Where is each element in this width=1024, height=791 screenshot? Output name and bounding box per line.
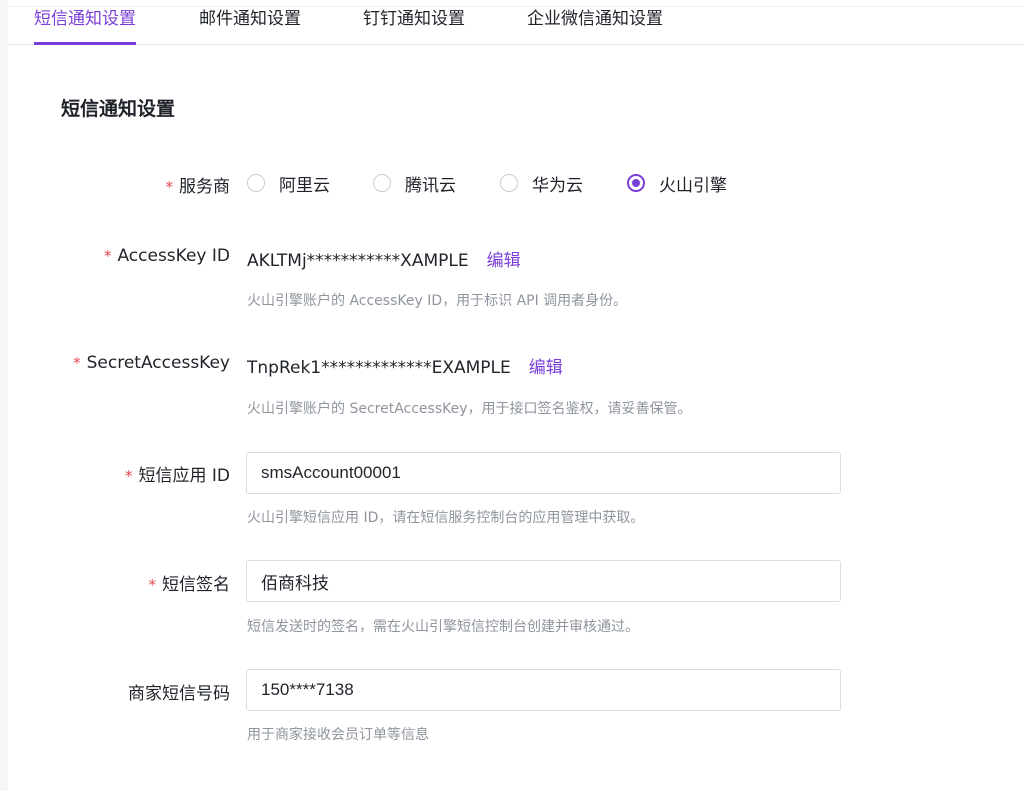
sms-signature-input[interactable] [246, 560, 841, 602]
access-key-id-label: * AccessKey ID [104, 246, 230, 266]
required-mark: * [73, 354, 81, 372]
tab-sms-settings[interactable]: 短信通知设置 [34, 8, 136, 45]
access-key-id-hint: 火山引擎账户的 AccessKey ID，用于标识 API 调用者身份。 [247, 293, 628, 309]
provider-label: * 服务商 [166, 172, 231, 197]
radio-tencent-cloud[interactable]: 腾讯云 [373, 170, 456, 196]
merchant-phone-input[interactable] [246, 669, 841, 711]
access-key-id-label-text: AccessKey ID [117, 246, 230, 266]
merchant-phone-hint: 用于商家接收会员订单等信息 [247, 727, 429, 743]
tab-wecom-settings[interactable]: 企业微信通知设置 [527, 8, 663, 44]
tab-dingtalk-settings[interactable]: 钉钉通知设置 [363, 8, 465, 44]
required-mark: * [165, 178, 174, 196]
required-mark: * [124, 467, 133, 485]
sms-app-id-input[interactable] [246, 452, 841, 494]
sms-app-id-label: * 短信应用 ID [125, 461, 230, 486]
edit-access-key-id-link[interactable]: 编辑 [487, 251, 521, 271]
sms-signature-label: * 短信签名 [149, 570, 231, 595]
radio-circle-selected[interactable] [627, 174, 645, 192]
merchant-phone-label: 商家短信号码 [128, 684, 230, 704]
radio-circle[interactable] [500, 174, 518, 192]
sms-app-id-label-text: 短信应用 ID [138, 466, 230, 486]
access-key-id-value: AKLTMj***********XAMPLE [247, 251, 469, 271]
radio-label: 华为云 [532, 175, 583, 196]
radio-circle[interactable] [247, 174, 265, 192]
section-title: 短信通知设置 [61, 98, 176, 120]
radio-volcengine[interactable]: 火山引擎 [627, 170, 727, 196]
sms-signature-hint: 短信发送时的签名，需在火山引擎短信控制台创建并审核通过。 [247, 619, 639, 635]
radio-circle[interactable] [373, 174, 391, 192]
sms-app-id-hint: 火山引擎短信应用 ID，请在短信服务控制台的应用管理中获取。 [247, 510, 645, 526]
radio-label: 阿里云 [279, 175, 330, 196]
provider-label-text: 服务商 [179, 177, 230, 197]
required-mark: * [103, 247, 112, 265]
required-mark: * [148, 576, 157, 594]
secret-access-key-hint: 火山引擎账户的 SecretAccessKey，用于接口签名鉴权，请妥善保管。 [247, 401, 692, 417]
radio-aliyun[interactable]: 阿里云 [247, 170, 330, 196]
left-sidebar-edge [0, 0, 8, 791]
edit-secret-access-key-link[interactable]: 编辑 [529, 358, 563, 378]
access-key-id-row: AKLTMj***********XAMPLE 编辑 [247, 246, 521, 271]
secret-access-key-row: TnpRek1*************EXAMPLE 编辑 [247, 353, 563, 378]
radio-label: 腾讯云 [405, 175, 456, 196]
radio-label: 火山引擎 [659, 175, 727, 196]
radio-huawei-cloud[interactable]: 华为云 [500, 170, 583, 196]
tab-email-settings[interactable]: 邮件通知设置 [199, 8, 301, 44]
secret-access-key-value: TnpRek1*************EXAMPLE [247, 358, 511, 378]
notification-tabs: 短信通知设置 邮件通知设置 钉钉通知设置 企业微信通知设置 [8, 0, 1024, 45]
secret-access-key-label: * SecretAccessKey [73, 353, 230, 373]
secret-access-key-label-text: SecretAccessKey [86, 353, 230, 373]
sms-signature-label-text: 短信签名 [162, 575, 230, 595]
